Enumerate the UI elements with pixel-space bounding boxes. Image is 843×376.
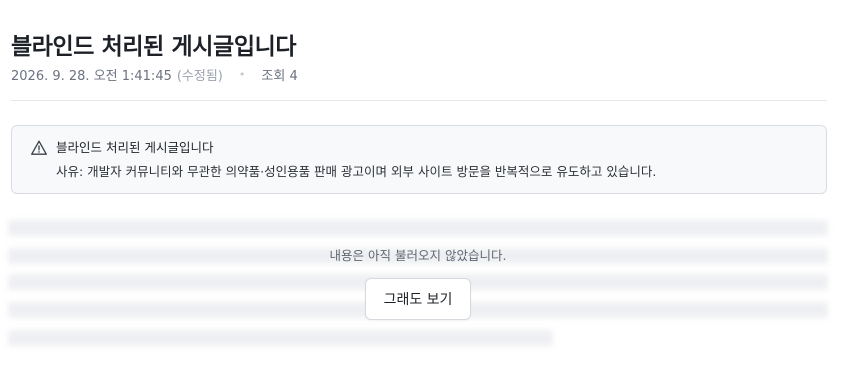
meta-separator: • bbox=[238, 67, 246, 81]
post-date: 2026. 9. 28. 오전 1:41:45 bbox=[11, 68, 172, 84]
page-title: 블라인드 처리된 게시글입니다 bbox=[11, 34, 297, 61]
post-meta: 2026. 9. 28. 오전 1:41:45 (수정됨) • 조회 4 bbox=[11, 64, 298, 84]
blind-notice: 블라인드 처리된 게시글입니다 사유: 개발자 커뮤니티와 무관한 의약품·성인… bbox=[11, 125, 827, 194]
notice-title: 블라인드 처리된 게시글입니다 bbox=[56, 140, 214, 155]
edited-indicator: (수정됨) bbox=[176, 68, 223, 84]
show-anyway-button[interactable]: 그래도 보기 bbox=[365, 278, 471, 320]
header-divider bbox=[11, 100, 827, 101]
notice-reason: 사유: 개발자 커뮤니티와 무관한 의약품·성인용품 판매 광고이며 외부 사이… bbox=[56, 164, 657, 179]
post-page: 블라인드 처리된 게시글입니다 2026. 9. 28. 오전 1:41:45 … bbox=[0, 0, 843, 376]
warning-triangle-icon bbox=[30, 139, 48, 157]
blurred-line bbox=[8, 330, 553, 346]
view-count: 조회 4 bbox=[261, 68, 298, 84]
blurred-line bbox=[8, 220, 828, 236]
content-not-loaded-message: 내용은 아직 불러오지 않았습니다. bbox=[329, 248, 507, 263]
